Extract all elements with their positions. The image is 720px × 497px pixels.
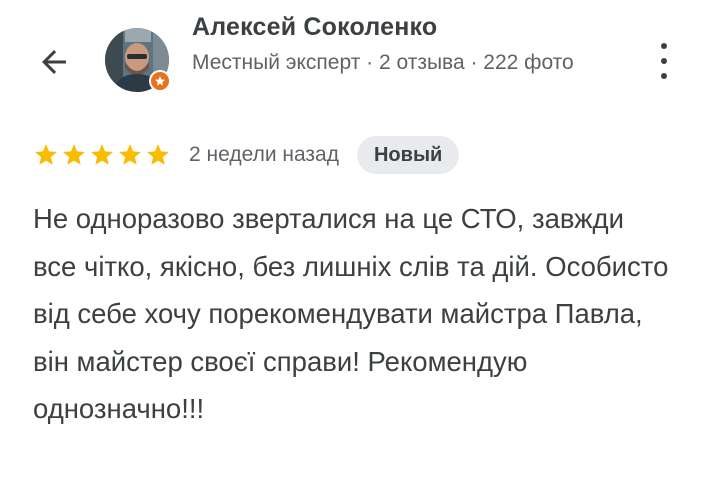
star-rating [33,142,171,168]
star-icon [63,144,85,165]
review-date: 2 недели назад [189,143,339,166]
review-text: Не одноразово зверталися на це СТО, завж… [33,203,669,424]
author-avatar[interactable] [105,28,171,92]
star-icon [91,144,113,165]
new-badge: Новый [356,136,460,174]
author-meta: Местный эксперт · 2 отзыва · 222 фото [192,51,574,74]
more-options-button[interactable] [650,40,678,82]
star-icon [35,144,57,165]
arrow-back-icon [42,50,66,74]
star-icon [119,144,141,165]
back-button[interactable] [34,42,74,82]
author-name[interactable]: Алексей Соколенко [192,13,437,42]
local-guide-star-icon [155,76,165,86]
local-guide-badge [149,70,171,92]
rating-row: 2 недели назад Новый [33,136,460,174]
star-icon [147,144,169,165]
more-vertical-icon [661,43,667,49]
